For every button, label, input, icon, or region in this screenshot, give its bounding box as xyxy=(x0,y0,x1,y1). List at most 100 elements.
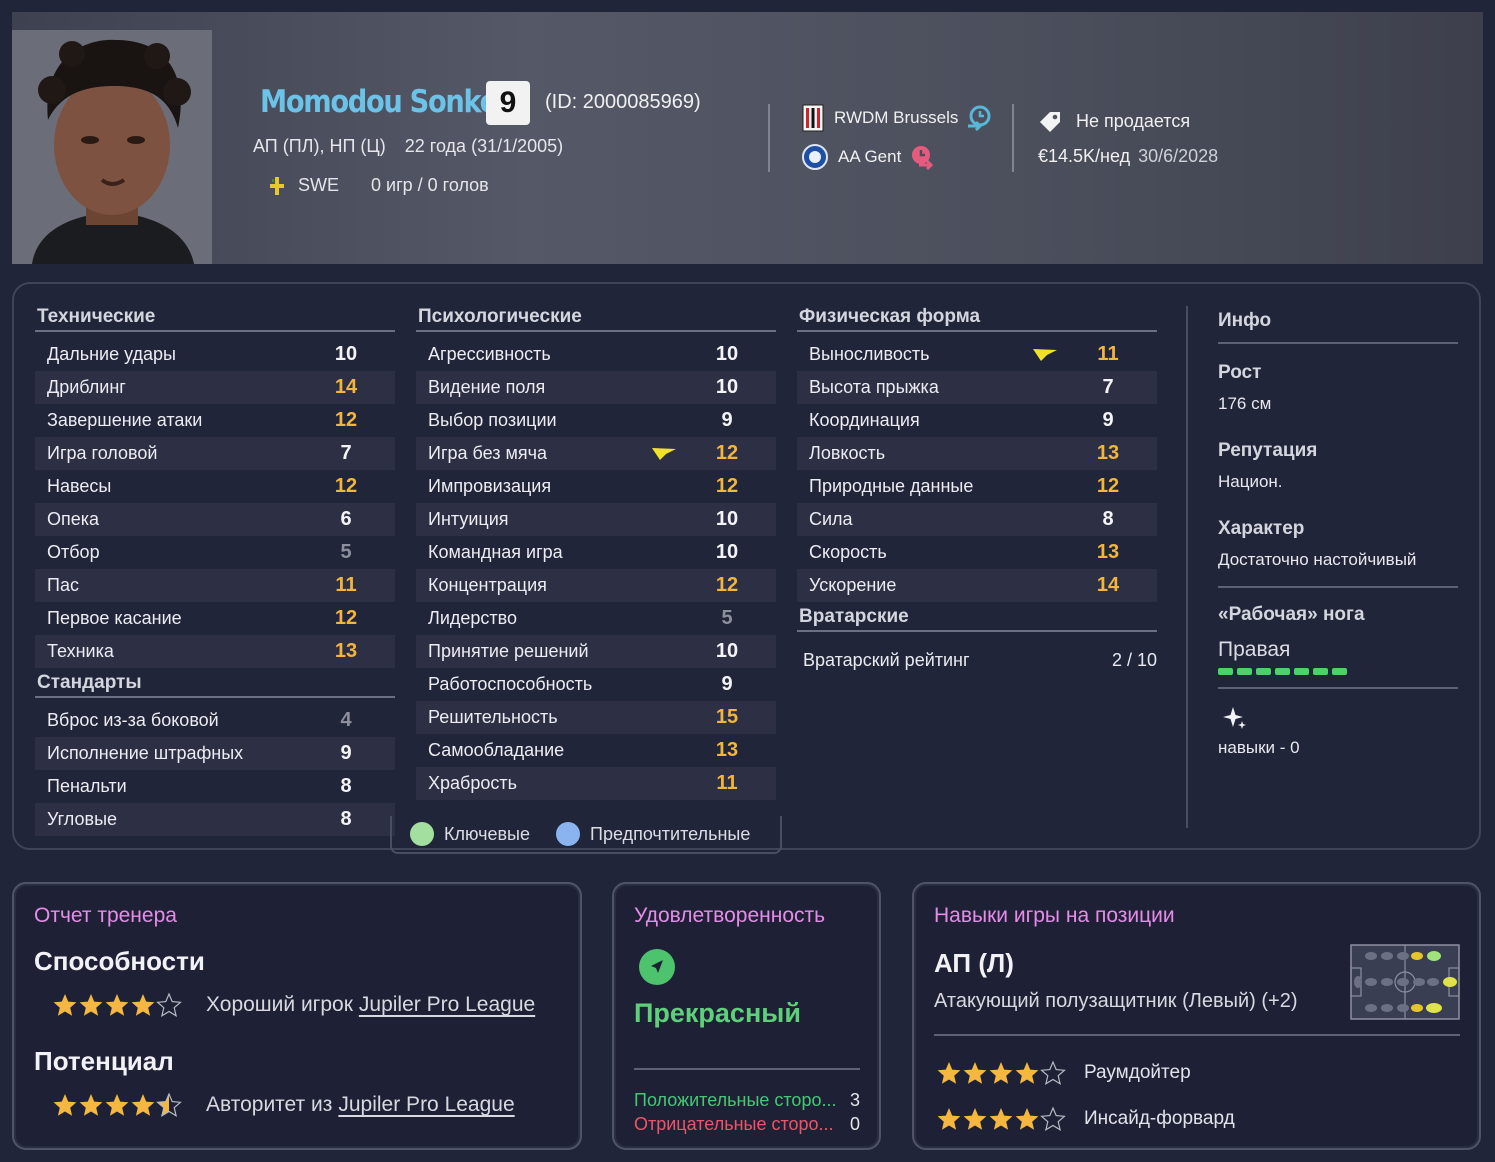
star-icon xyxy=(989,1108,1013,1130)
attribute-value: 13 xyxy=(1096,541,1120,563)
attribute-row[interactable]: Скорость 13 xyxy=(797,536,1157,569)
attribute-row[interactable]: Пас 11 xyxy=(35,569,395,602)
position-full-name: Атакующий полузащитник (Левый) (+2) xyxy=(934,990,1298,1012)
attribute-row[interactable]: Высота прыжка 7 xyxy=(797,371,1157,404)
attribute-value: 5 xyxy=(340,541,352,563)
coach-report-card[interactable]: Отчет тренера Способности Хороший игрок … xyxy=(12,882,582,1150)
attribute-row[interactable]: Пенальти 8 xyxy=(35,770,395,803)
ability-row: Хороший игрок Jupiler Pro League xyxy=(52,992,535,1018)
attribute-row[interactable]: Координация 9 xyxy=(797,404,1157,437)
attribute-value: 7 xyxy=(1102,376,1114,398)
transfer-status[interactable]: Не продается xyxy=(1038,110,1190,132)
height-label: Рост xyxy=(1218,362,1262,383)
star-icon xyxy=(1040,1106,1066,1132)
parent-club-name[interactable]: AA Gent xyxy=(838,147,901,167)
sparkle-icon[interactable] xyxy=(1222,705,1248,731)
foot-strength-segment xyxy=(1332,668,1347,675)
role-item[interactable]: Раумдойтер xyxy=(936,1050,1235,1096)
attribute-row[interactable]: Концентрация 12 xyxy=(416,569,776,602)
attribute-row[interactable]: Командная игра 10 xyxy=(416,536,776,569)
personality-value[interactable]: Достаточно настойчивый xyxy=(1218,550,1458,570)
club-row[interactable]: RWDM Brussels xyxy=(802,104,1002,132)
attribute-row[interactable]: Навесы 12 xyxy=(35,470,395,503)
happiness-separator xyxy=(634,1068,860,1070)
physical-list: Выносливость 11 Высота прыжка 7 Координация 9… xyxy=(797,338,1157,602)
attribute-row[interactable]: Лидерство 5 xyxy=(416,602,776,635)
ability-stars xyxy=(52,992,182,1018)
attribute-label: Отбор xyxy=(47,542,100,562)
attribute-row[interactable]: Самообладание 13 xyxy=(416,734,776,767)
potential-text: Авторитет из xyxy=(206,1093,333,1116)
attribute-row[interactable]: Игра без мяча 12 xyxy=(416,437,776,470)
attribute-row[interactable]: Дриблинг 14 xyxy=(35,371,395,404)
ability-heading: Способности xyxy=(34,946,205,976)
position-roles-title: Навыки игры на позиции xyxy=(934,904,1175,927)
attribute-value: 10 xyxy=(715,376,739,398)
nationality-code[interactable]: SWE xyxy=(298,175,339,196)
role-item[interactable]: Инсайд-форвард xyxy=(936,1096,1235,1142)
attribute-row[interactable]: Первое касание 12 xyxy=(35,602,395,635)
star-icon xyxy=(1015,1062,1039,1084)
ability-league-link[interactable]: Jupiler Pro League xyxy=(359,993,535,1017)
attribute-label: Природные данные xyxy=(809,476,974,496)
position-roles-card[interactable]: Навыки игры на позиции АП (Л) Атакующий … xyxy=(912,882,1481,1150)
attribute-value: 9 xyxy=(1102,409,1114,431)
attribute-row[interactable]: Игра головой 7 xyxy=(35,437,395,470)
attribute-value: 11 xyxy=(335,574,357,596)
attribute-row[interactable]: Храбрость 11 xyxy=(416,767,776,800)
club-name[interactable]: RWDM Brussels xyxy=(834,108,958,128)
attribute-label: Игра без мяча xyxy=(428,443,548,463)
attribute-row[interactable]: Импровизация 12 xyxy=(416,470,776,503)
role-stars xyxy=(936,1060,1066,1086)
attribute-row[interactable]: Решительность 15 xyxy=(416,701,776,734)
attribute-row[interactable]: Угловые 8 xyxy=(35,803,395,836)
player-age: 22 года (31/1/2005) xyxy=(404,136,564,156)
attribute-row[interactable]: Выбор позиции 9 xyxy=(416,404,776,437)
attribute-row[interactable]: Исполнение штрафных 9 xyxy=(35,737,395,770)
foot-strength-segment xyxy=(1313,668,1328,675)
attribute-row[interactable]: Принятие решений 10 xyxy=(416,635,776,668)
attribute-row[interactable]: Опека 6 xyxy=(35,503,395,536)
info-title: Инфо xyxy=(1218,310,1272,331)
goalkeeper-rating-label: Вратарский рейтинг xyxy=(803,650,970,670)
position-pitch-map[interactable] xyxy=(1350,944,1460,1020)
technical-list: Дальние удары 10 Дриблинг 14 Завершение атак… xyxy=(35,338,395,668)
attribute-label: Выносливость xyxy=(809,344,930,364)
attribute-row[interactable]: Вброс из-за боковой 4 xyxy=(35,704,395,737)
goalkeeper-rating-row[interactable]: Вратарский рейтинг 2 / 10 xyxy=(797,638,1157,671)
attribute-row[interactable]: Отбор 5 xyxy=(35,536,395,569)
attribute-row[interactable]: Работоспособность 9 xyxy=(416,668,776,701)
attribute-row[interactable]: Завершение атаки 12 xyxy=(35,404,395,437)
international-caps: 0 игр / 0 голов xyxy=(371,175,489,195)
attribute-row[interactable]: Сила 8 xyxy=(797,503,1157,536)
attribute-value: 11 xyxy=(716,772,738,794)
attribute-row[interactable]: Выносливость 11 xyxy=(797,338,1157,371)
legend-key-label[interactable]: Ключевые xyxy=(444,824,530,845)
attribute-label: Координация xyxy=(809,410,920,430)
info-divider xyxy=(1186,306,1188,828)
parent-club-row[interactable]: AA Gent xyxy=(802,144,945,170)
potential-league-link[interactable]: Jupiler Pro League xyxy=(338,1093,514,1117)
potential-heading: Потенциал xyxy=(34,1046,174,1076)
role-label: Раумдойтер xyxy=(1084,1062,1191,1083)
attribute-row[interactable]: Природные данные 12 xyxy=(797,470,1157,503)
attribute-row[interactable]: Дальние удары 10 xyxy=(35,338,395,371)
happiness-card[interactable]: Удовлетворенность Прекрасный Положительн… xyxy=(612,882,881,1150)
foot-strength-segment xyxy=(1218,668,1233,675)
attribute-row[interactable]: Видение поля 10 xyxy=(416,371,776,404)
potential-stars xyxy=(52,1092,182,1118)
attribute-label: Импровизация xyxy=(428,476,552,496)
legend-preferred-label[interactable]: Предпочтительные xyxy=(590,824,750,845)
attribute-progress-arrow-icon xyxy=(1033,349,1057,361)
role-stars xyxy=(936,1106,1066,1132)
attribute-row[interactable]: Интуиция 10 xyxy=(416,503,776,536)
attribute-row[interactable]: Ловкость 13 xyxy=(797,437,1157,470)
attribute-legend: Ключевые Предпочтительные xyxy=(390,816,782,854)
attribute-row[interactable]: Техника 13 xyxy=(35,635,395,668)
attribute-row[interactable]: Агрессивность 10 xyxy=(416,338,776,371)
attribute-row[interactable]: Ускорение 14 xyxy=(797,569,1157,602)
negative-factors-row[interactable]: Отрицательные сторо... 0 xyxy=(634,1114,860,1135)
positive-factors-row[interactable]: Положительные сторо... 3 xyxy=(634,1090,860,1111)
star-icon xyxy=(105,1094,129,1116)
attribute-label: Лидерство xyxy=(428,608,518,628)
